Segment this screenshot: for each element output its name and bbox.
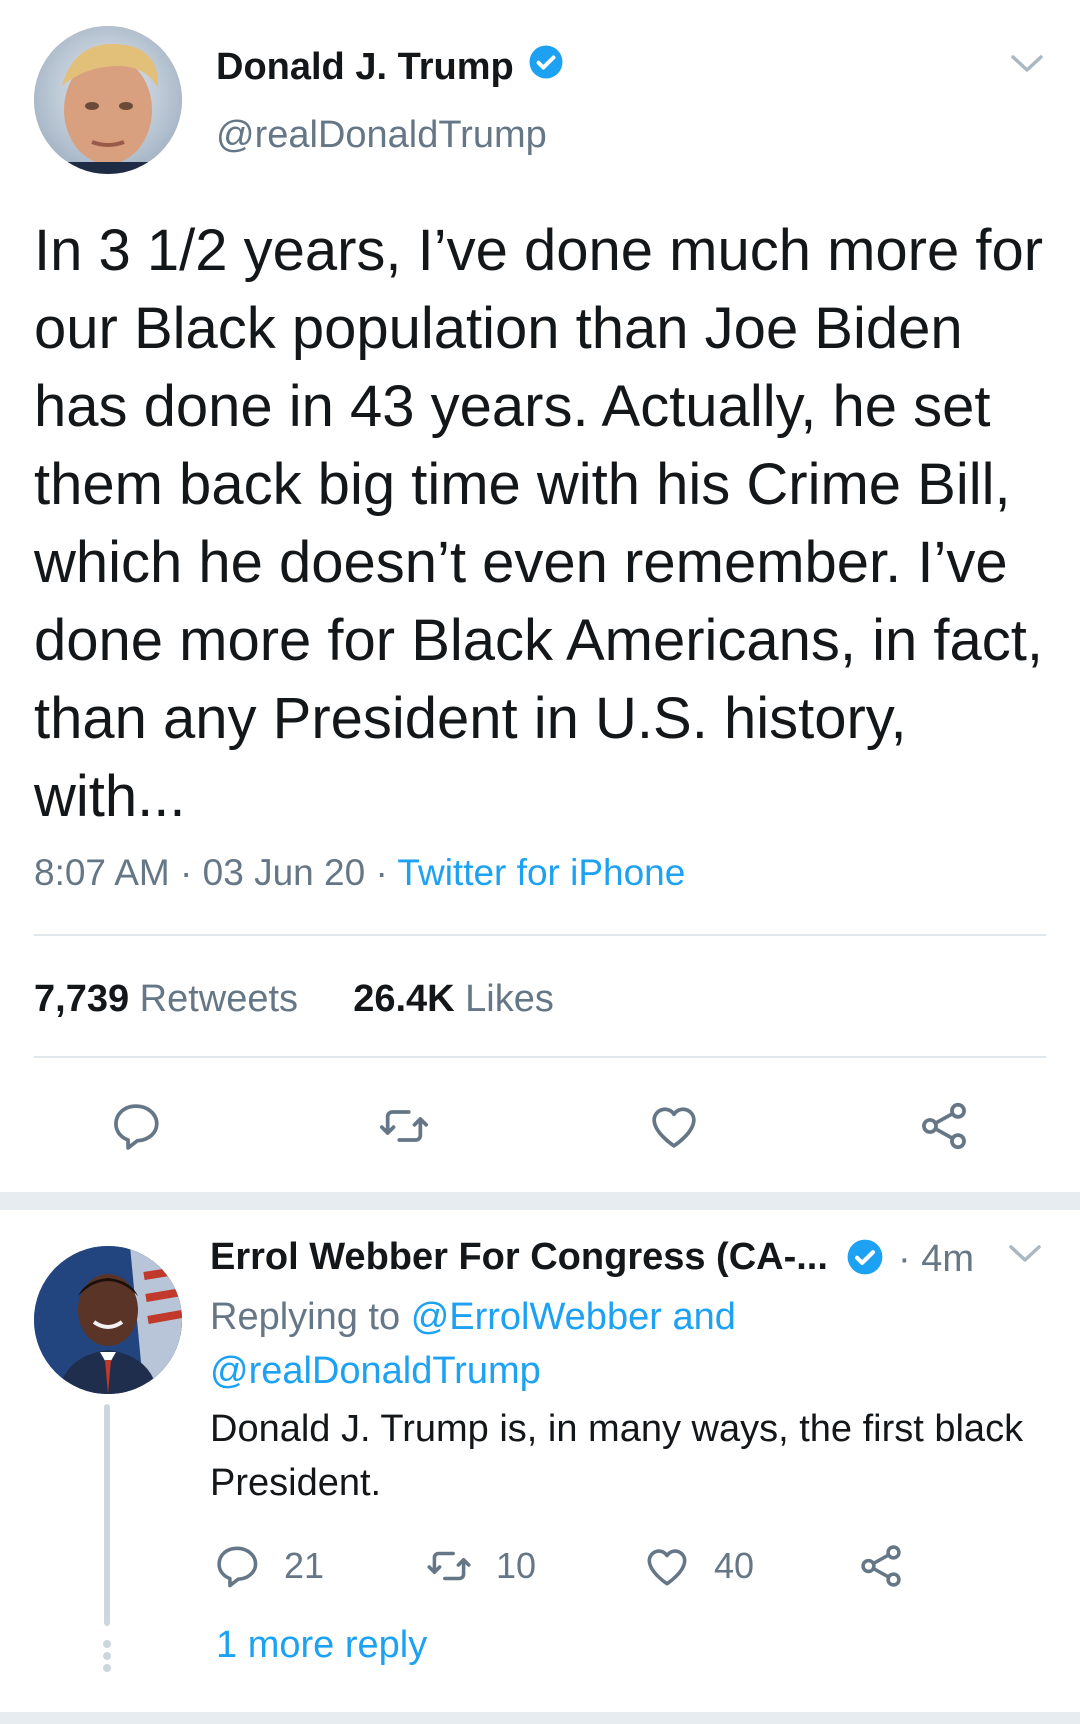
tweet-date: 03 Jun 20 bbox=[202, 852, 366, 893]
author-avatar[interactable] bbox=[34, 26, 182, 174]
section-separator bbox=[0, 1712, 1080, 1724]
like-icon bbox=[647, 1549, 687, 1586]
more-replies-link[interactable]: 1 more reply bbox=[216, 1624, 427, 1667]
thread-dot bbox=[103, 1664, 111, 1672]
retweets-stat[interactable]: 7,739 Retweets bbox=[34, 978, 309, 1020]
share-icon bbox=[861, 1545, 901, 1587]
thread-dot bbox=[103, 1640, 111, 1648]
retweet-count: 10 bbox=[496, 1545, 537, 1586]
author-name[interactable]: Donald J. Trump bbox=[216, 46, 514, 89]
tweet-source-link[interactable]: Twitter for iPhone bbox=[397, 852, 685, 893]
replying-prefix: Replying to bbox=[210, 1296, 401, 1338]
divider bbox=[34, 934, 1046, 936]
author-name-row[interactable]: Donald J. Trump bbox=[216, 44, 564, 90]
reply-retweet-button[interactable]: 10 bbox=[424, 1540, 536, 1592]
reply-reply-button[interactable]: 21 bbox=[212, 1540, 324, 1592]
meta-separator: · bbox=[375, 852, 388, 893]
reply-text: Donald J. Trump is, in many ways, the fi… bbox=[210, 1408, 1024, 1504]
section-separator bbox=[0, 1192, 1080, 1210]
reply-author-name[interactable]: Errol Webber For Congress (CA-... bbox=[210, 1236, 828, 1279]
tweet-meta: 8:07 AM · 03 Jun 20 · Twitter for iPhone bbox=[34, 852, 685, 894]
likes-stat[interactable]: 26.4K Likes bbox=[353, 978, 554, 1020]
retweets-count: 7,739 bbox=[34, 978, 130, 1020]
retweet-icon[interactable] bbox=[376, 1098, 432, 1154]
reply-like-button[interactable]: 40 bbox=[642, 1540, 754, 1592]
divider bbox=[34, 1056, 1046, 1058]
mention-link[interactable]: @realDonaldTrump bbox=[210, 1350, 541, 1392]
likes-count: 26.4K bbox=[353, 978, 455, 1020]
replying-and[interactable]: and bbox=[672, 1296, 735, 1338]
tweet-text: In 3 1/2 years, I’ve done much more for … bbox=[34, 218, 1044, 829]
reply-author-avatar[interactable] bbox=[34, 1246, 182, 1394]
retweet-icon bbox=[427, 1551, 471, 1581]
likes-label: Likes bbox=[465, 978, 554, 1020]
tweet-stats: 7,739 Retweets 26.4K Likes bbox=[34, 978, 554, 1021]
tweet-time: 8:07 AM bbox=[34, 852, 170, 893]
verified-badge-icon bbox=[846, 1238, 884, 1281]
like-icon[interactable] bbox=[646, 1098, 702, 1154]
reply-share-button[interactable] bbox=[856, 1540, 906, 1592]
replying-to: Replying to @ErrolWebber and @realDonald… bbox=[210, 1290, 1030, 1398]
author-handle[interactable]: @realDonaldTrump bbox=[216, 114, 547, 157]
reply-icon bbox=[217, 1546, 258, 1588]
meta-separator: · bbox=[180, 852, 193, 893]
reply-count: 21 bbox=[284, 1545, 325, 1586]
mention-link[interactable]: @ErrolWebber bbox=[411, 1296, 662, 1338]
chevron-down-icon[interactable] bbox=[1010, 54, 1044, 79]
thread-dot bbox=[103, 1652, 111, 1660]
retweets-label: Retweets bbox=[139, 978, 299, 1020]
thread-line bbox=[104, 1404, 110, 1626]
reply-time: · 4m bbox=[898, 1238, 974, 1280]
chevron-down-icon[interactable] bbox=[1008, 1244, 1042, 1269]
reply-icon[interactable] bbox=[108, 1098, 164, 1154]
share-icon[interactable] bbox=[916, 1098, 972, 1154]
verified-badge-icon bbox=[528, 44, 564, 90]
like-count: 40 bbox=[714, 1545, 755, 1586]
